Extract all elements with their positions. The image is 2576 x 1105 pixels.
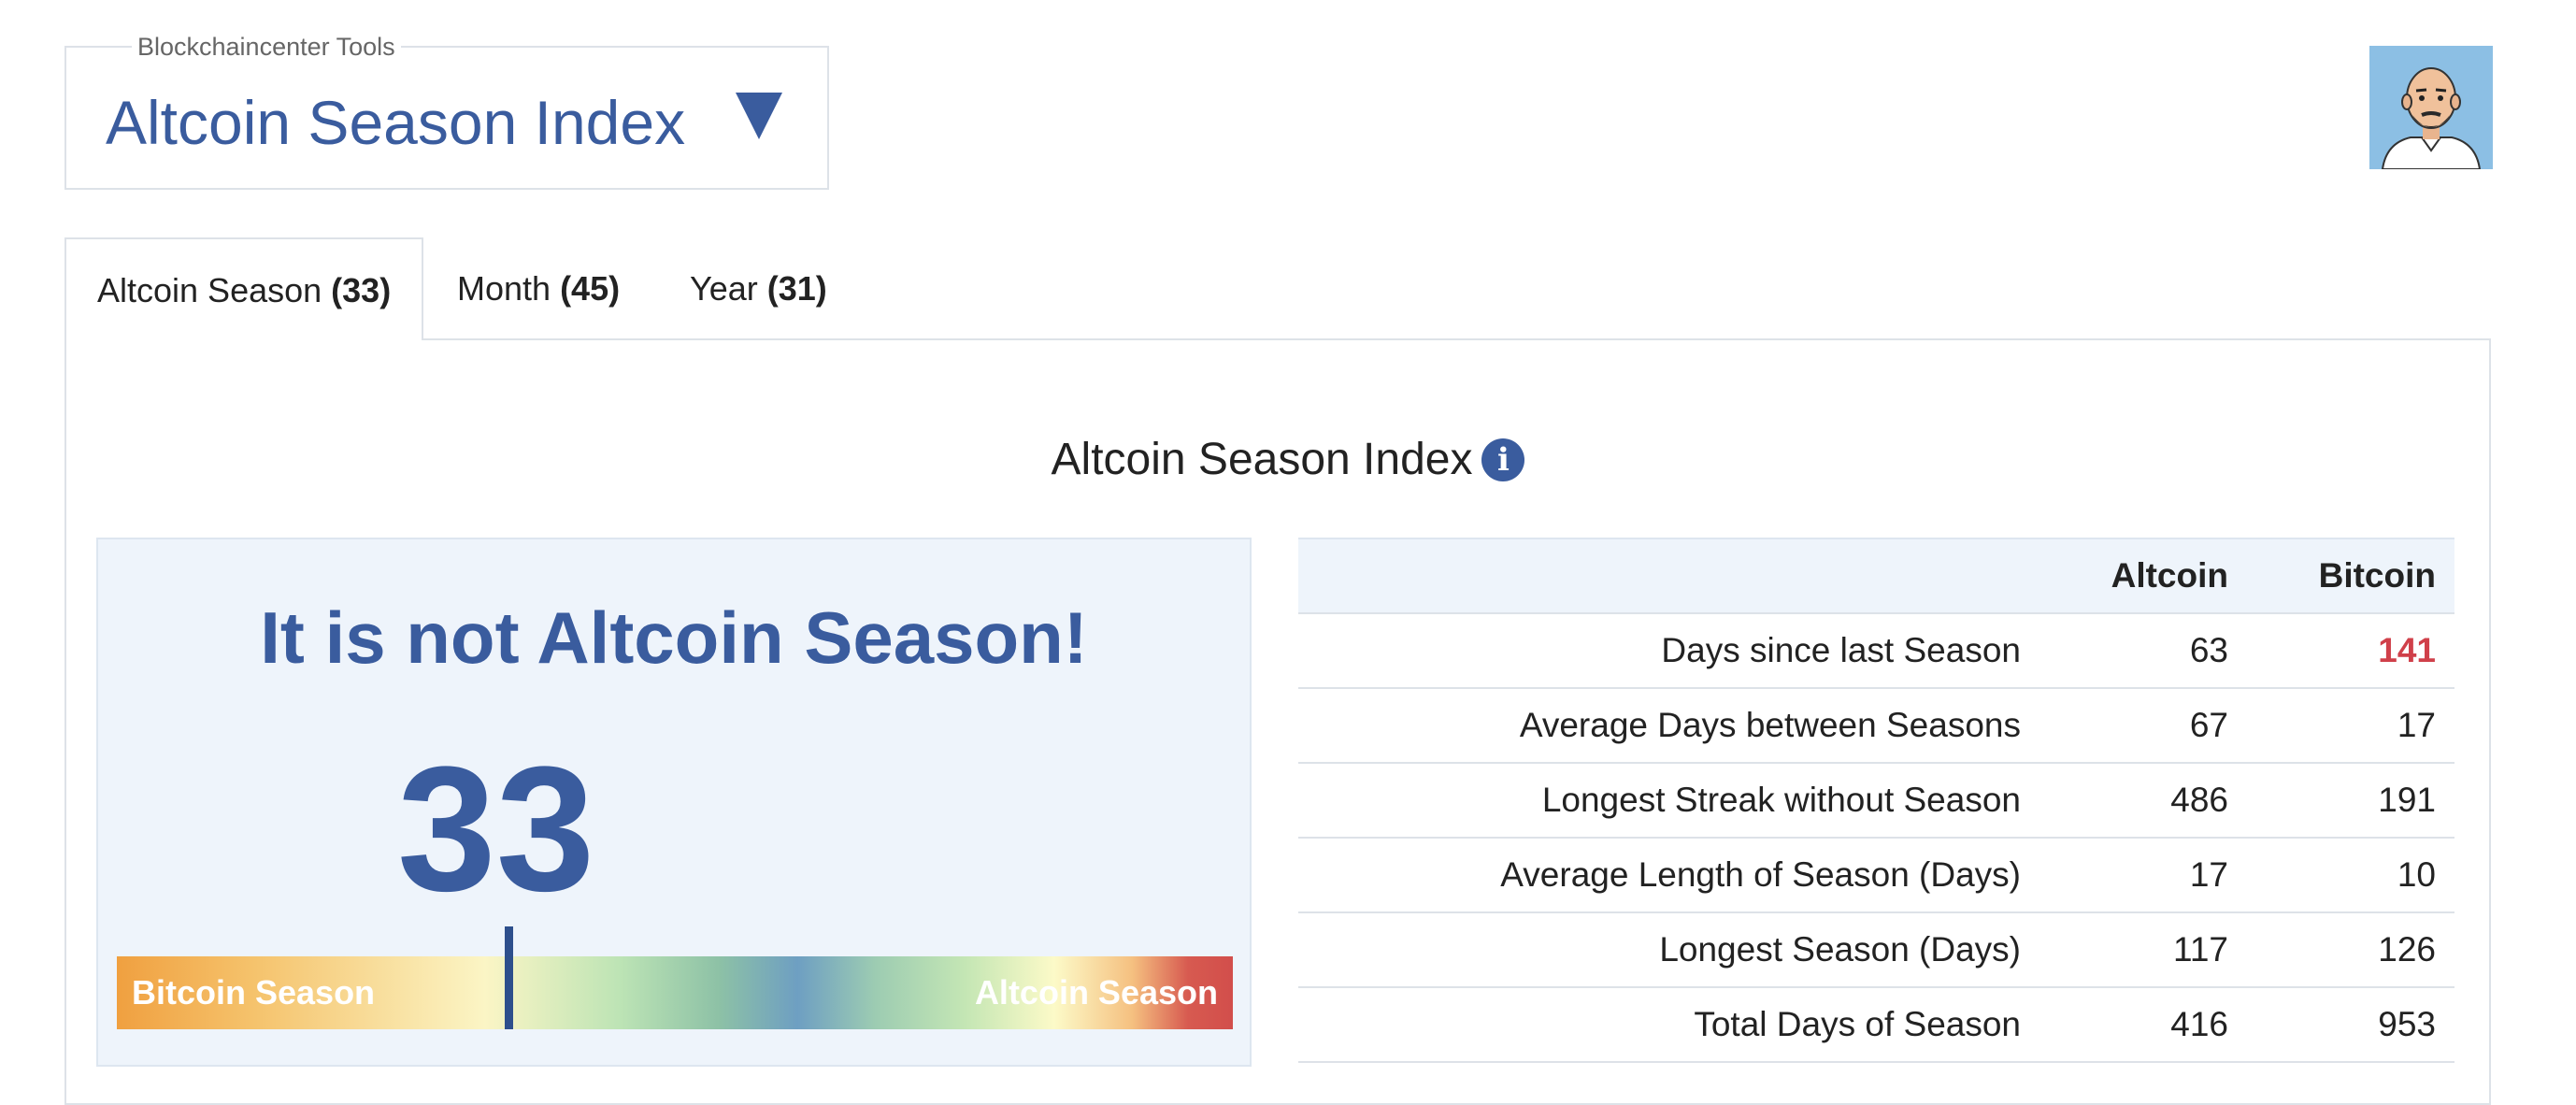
bitcoin-value: 126 [2228, 912, 2454, 988]
tab-count: (45) [560, 269, 621, 308]
bitcoin-value: 10 [2228, 838, 2454, 913]
tab-count: (31) [766, 269, 827, 308]
index-value: 33 [397, 730, 595, 928]
row-label: Average Length of Season (Days) [1298, 838, 2021, 913]
header-bitcoin: Bitcoin [2228, 538, 2454, 614]
table-row: Longest Streak without Season 486 191 [1298, 763, 2454, 839]
avatar[interactable] [2369, 46, 2493, 169]
bitcoin-value: 191 [2228, 763, 2454, 839]
info-icon[interactable]: i [1481, 438, 1525, 481]
season-verdict: It is not Altcoin Season! [260, 596, 1088, 679]
tool-selector-legend: Blockchaincenter Tools [132, 33, 401, 62]
season-scale-bar: Bitcoin Season Altcoin Season [117, 926, 1233, 1029]
altcoin-season-label: Altcoin Season [974, 973, 1218, 1012]
altcoin-value: 117 [2021, 912, 2228, 988]
season-stats-table: Altcoin Bitcoin Days since last Season 63… [1298, 538, 2454, 1063]
row-label: Days since last Season [1298, 613, 2021, 689]
tab-month[interactable]: Month (45) [457, 237, 620, 340]
bitcoin-value: 953 [2228, 987, 2454, 1063]
tab-count: (33) [331, 271, 392, 309]
bitcoin-value: 141 [2228, 613, 2454, 689]
tab-altcoin-season[interactable]: Altcoin Season (33) [64, 237, 424, 340]
tool-selector[interactable]: Blockchaincenter Tools Altcoin Season In… [64, 33, 829, 190]
table-row: Total Days of Season 416 953 [1298, 987, 2454, 1063]
row-label: Average Days between Seasons [1298, 688, 2021, 764]
tab-label: Month [457, 269, 561, 308]
table-row: Days since last Season 63 141 [1298, 613, 2454, 689]
header-altcoin: Altcoin [2021, 538, 2228, 614]
altcoin-value: 486 [2021, 763, 2228, 839]
altcoin-value: 63 [2021, 613, 2228, 689]
tab-year[interactable]: Year (31) [690, 237, 827, 340]
altcoin-value: 67 [2021, 688, 2228, 764]
season-gauge-card: It is not Altcoin Season! 33 Bitcoin Sea… [96, 538, 1252, 1067]
bitcoin-value: 17 [2228, 688, 2454, 764]
header-label [1298, 538, 2021, 614]
altcoin-value: 17 [2021, 838, 2228, 913]
table-row: Average Days between Seasons 67 17 [1298, 688, 2454, 764]
row-label: Longest Streak without Season [1298, 763, 2021, 839]
tool-selector-title[interactable]: Altcoin Season Index [106, 87, 685, 158]
tab-label: Year [690, 269, 767, 308]
bitcoin-season-label: Bitcoin Season [132, 973, 376, 1012]
table-row: Longest Season (Days) 117 126 [1298, 912, 2454, 988]
row-label: Longest Season (Days) [1298, 912, 2021, 988]
row-label: Total Days of Season [1298, 987, 2021, 1063]
index-marker [505, 926, 514, 1029]
altcoin-value: 416 [2021, 987, 2228, 1063]
tab-label: Altcoin Season [97, 271, 332, 309]
table-row: Average Length of Season (Days) 17 10 [1298, 838, 2454, 913]
section-title: Altcoin Season Index i [0, 434, 2576, 485]
table-header-row: Altcoin Bitcoin [1298, 538, 2454, 614]
caret-down-icon[interactable] [736, 93, 782, 139]
section-title-text: Altcoin Season Index [1051, 435, 1473, 484]
